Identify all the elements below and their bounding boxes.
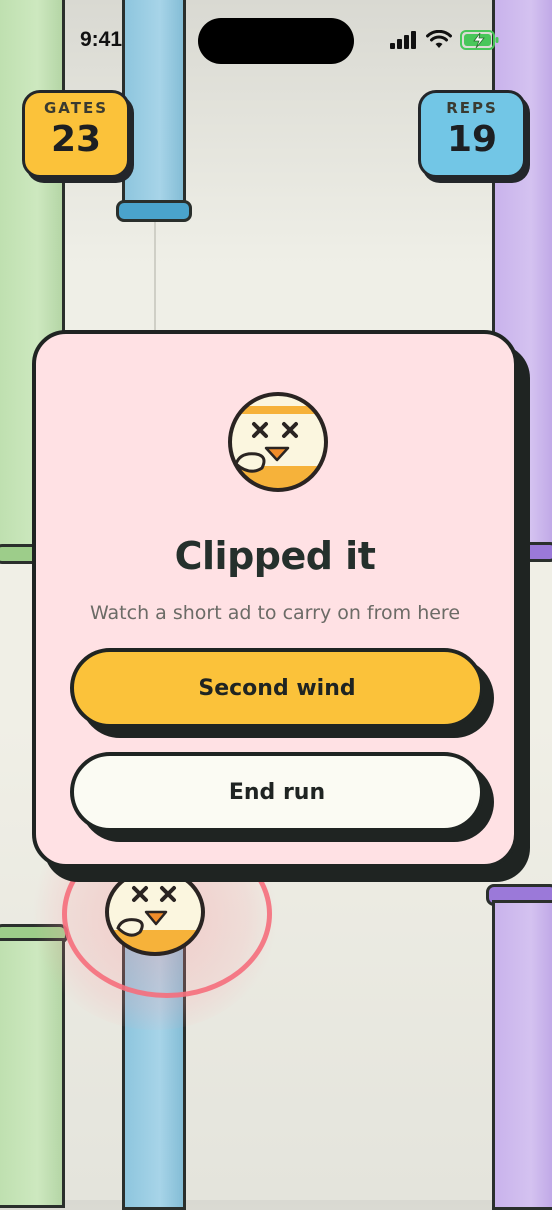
pipe-top-blue [122, 0, 186, 206]
crashed-bird-icon [228, 392, 328, 492]
wifi-icon [426, 30, 452, 48]
gates-counter: GATES 23 [22, 90, 130, 178]
reps-counter: REPS 19 [418, 90, 526, 178]
second-wind-button[interactable]: Second wind [70, 648, 484, 728]
reps-value: 19 [446, 119, 498, 160]
battery-charging-icon [460, 30, 499, 50]
status-time: 9:41 [80, 28, 123, 51]
status-icons [390, 30, 500, 50]
end-run-button[interactable]: End run [70, 752, 484, 832]
end-run-button-wrap: End run [70, 752, 494, 842]
dynamic-island [198, 18, 354, 64]
reps-label: REPS [446, 99, 498, 117]
modal-subtitle: Watch a short ad to carry on from here [89, 602, 461, 624]
signal-icon [390, 31, 416, 49]
gates-value: 23 [50, 119, 102, 160]
continue-dialog: Clipped it Watch a short ad to carry on … [32, 330, 518, 868]
modal-title: Clipped it [174, 534, 376, 578]
pipe-bottom-purple [492, 900, 552, 1210]
pipe-guide-line [154, 222, 156, 342]
second-wind-button-wrap: Second wind [70, 648, 494, 738]
gates-label: GATES [43, 99, 109, 117]
pipe-cap-top-blue [116, 200, 192, 222]
